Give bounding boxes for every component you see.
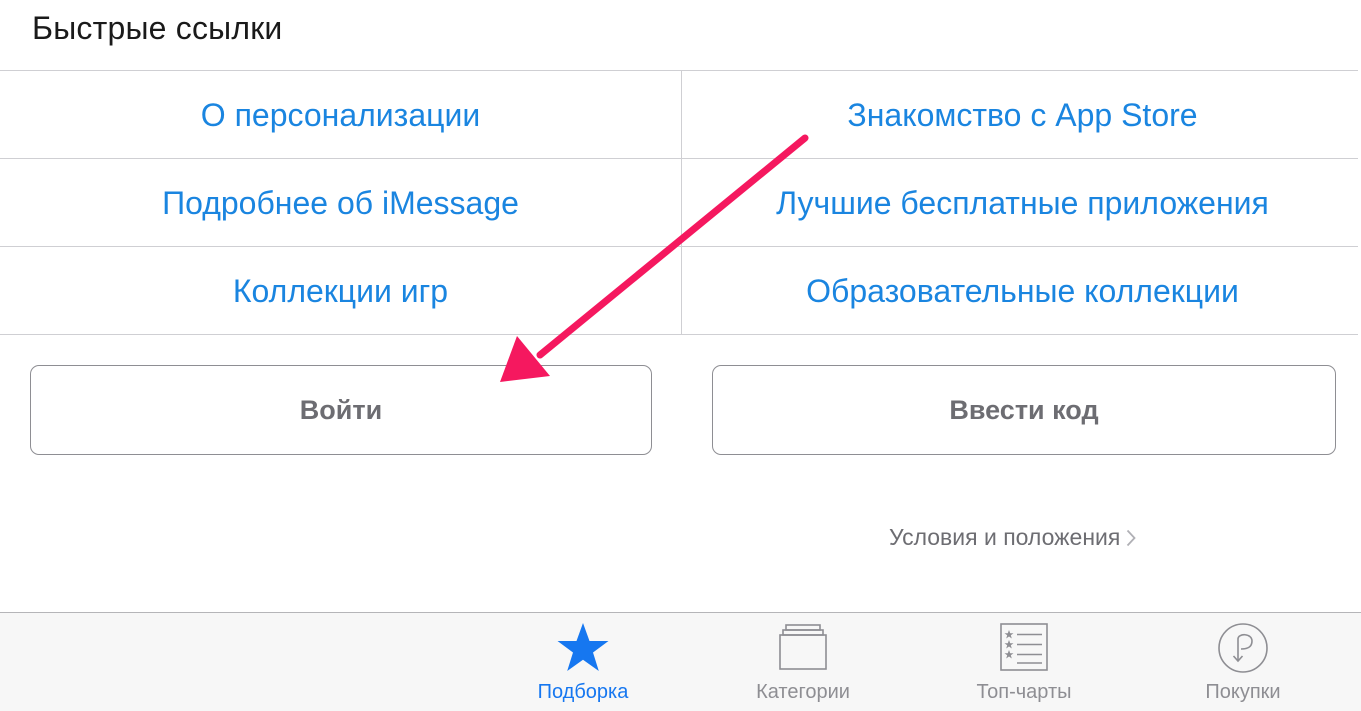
terms-link[interactable]: Условия и положения [889, 524, 1137, 551]
quick-links-grid: О персонализации Знакомство с App Store … [0, 70, 1358, 335]
star-icon [557, 623, 609, 671]
quick-link-app-store-intro[interactable]: Знакомство с App Store [682, 71, 1361, 159]
tab-label: Категории [756, 681, 850, 703]
tab-top-charts[interactable]: Топ-чарты [924, 613, 1124, 711]
top-charts-icon [1000, 623, 1048, 671]
quick-link-top-free-apps[interactable]: Лучшие бесплатные приложения [682, 159, 1361, 247]
quick-link-imessage[interactable]: Подробнее об iMessage [0, 159, 681, 247]
quick-link-personalization[interactable]: О персонализации [0, 71, 681, 159]
categories-icon [779, 624, 827, 670]
sign-in-button[interactable]: Войти [30, 365, 652, 455]
section-title: Быстрые ссылки [32, 10, 283, 46]
tab-label: Топ-чарты [976, 681, 1072, 703]
terms-label: Условия и положения [889, 524, 1121, 550]
chevron-right-icon [1127, 529, 1137, 546]
quick-link-game-collections[interactable]: Коллекции игр [0, 247, 681, 335]
tab-purchased[interactable]: Покупки [1143, 613, 1343, 711]
tab-featured[interactable]: Подборка [483, 613, 683, 711]
tab-bar: Подборка Категории Топ-чарты Покупки [0, 612, 1361, 711]
tab-label: Покупки [1205, 681, 1281, 703]
tab-categories[interactable]: Категории [703, 613, 903, 711]
redeem-code-button[interactable]: Ввести код [712, 365, 1336, 455]
purchased-icon [1218, 623, 1268, 673]
tab-label: Подборка [537, 681, 629, 703]
quick-link-education-collections[interactable]: Образовательные коллекции [682, 247, 1361, 335]
